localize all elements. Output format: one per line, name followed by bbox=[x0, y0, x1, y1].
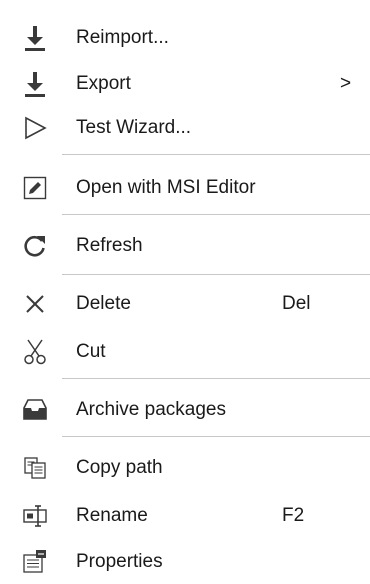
menu-item-test-wizard[interactable]: Test Wizard... bbox=[0, 106, 370, 150]
menu-item-rename[interactable]: Rename F2 bbox=[0, 494, 370, 538]
scissors-icon bbox=[20, 337, 50, 367]
copy-icon bbox=[20, 453, 50, 483]
menu-item-archive-packages[interactable]: Archive packages bbox=[0, 388, 370, 432]
menu-item-label: Rename bbox=[76, 505, 148, 526]
menu-item-delete[interactable]: Delete Del bbox=[0, 282, 370, 326]
menu-item-open-with-msi-editor[interactable]: Open with MSI Editor bbox=[0, 166, 370, 210]
menu-item-copy-path[interactable]: Copy path bbox=[0, 446, 370, 490]
menu-separator bbox=[62, 154, 370, 155]
pencil-icon bbox=[20, 173, 50, 203]
menu-separator bbox=[62, 378, 370, 379]
menu-item-reimport[interactable]: Reimport... bbox=[0, 16, 370, 60]
shortcut-label: F2 bbox=[282, 505, 305, 526]
submenu-arrow-icon: > bbox=[340, 73, 352, 94]
menu-item-label: Refresh bbox=[76, 235, 143, 256]
menu-item-label: Copy path bbox=[76, 457, 163, 478]
context-menu: Reimport... Export > Test Wizard... Open… bbox=[0, 0, 370, 584]
menu-item-label: Delete bbox=[76, 293, 131, 314]
menu-item-label: Export bbox=[76, 73, 131, 94]
close-icon bbox=[20, 289, 50, 319]
menu-separator bbox=[62, 436, 370, 437]
menu-item-cut[interactable]: Cut bbox=[0, 330, 370, 374]
shortcut-label: Del bbox=[282, 293, 311, 314]
menu-item-label: Test Wizard... bbox=[76, 117, 192, 138]
menu-item-properties[interactable]: Properties bbox=[0, 540, 370, 584]
rename-icon bbox=[20, 501, 50, 531]
menu-separator bbox=[62, 274, 370, 275]
play-outline-icon bbox=[20, 113, 50, 143]
menu-item-label: Archive packages bbox=[76, 399, 226, 420]
menu-item-label: Properties bbox=[76, 551, 163, 572]
menu-item-export[interactable]: Export > bbox=[0, 62, 370, 106]
menu-separator bbox=[62, 214, 370, 215]
menu-item-refresh[interactable]: Refresh bbox=[0, 224, 370, 268]
menu-item-label: Open with MSI Editor bbox=[76, 177, 256, 198]
menu-item-label: Cut bbox=[76, 341, 106, 362]
archive-icon bbox=[20, 395, 50, 425]
menu-item-label: Reimport... bbox=[76, 27, 169, 48]
properties-icon bbox=[20, 547, 50, 577]
download-icon bbox=[20, 23, 50, 53]
refresh-icon bbox=[20, 231, 50, 261]
download-icon bbox=[20, 69, 50, 99]
